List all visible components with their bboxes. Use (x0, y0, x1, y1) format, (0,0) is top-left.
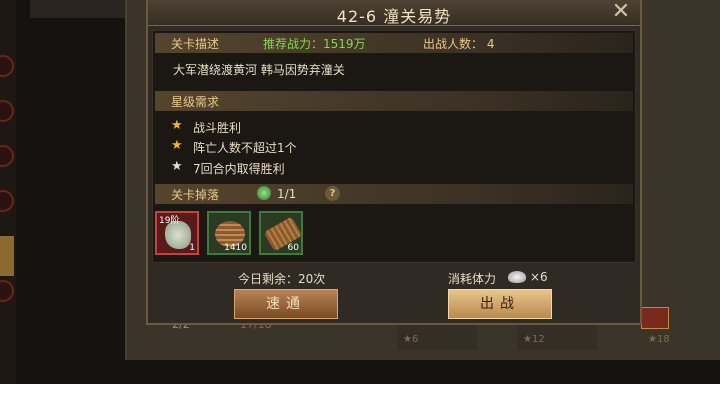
description-header: 关卡描述 (155, 33, 633, 53)
white-star-icon: ★ (171, 159, 183, 174)
dialog-title: 42-6 潼关易势 (336, 7, 452, 26)
item-quantity: 1 (189, 243, 195, 253)
gold-star-icon: ★ (171, 118, 183, 133)
stamina-icon (508, 271, 526, 283)
side-tab[interactable] (0, 236, 14, 276)
node-ring-icon[interactable] (0, 100, 14, 122)
bg-star-count: ★18 (648, 334, 670, 345)
treasure-chest-icon[interactable] (641, 307, 669, 329)
deploy-count: 出战人数： 4 (423, 37, 495, 51)
star-requirement: 7回合内取得胜利 (193, 162, 285, 176)
left-side-bar (0, 0, 16, 384)
drop-item[interactable]: 1410 (207, 211, 251, 255)
help-icon[interactable]: ? (325, 186, 340, 201)
close-icon[interactable]: ✕ (608, 1, 634, 25)
bg-star-count: ★12 (523, 334, 545, 345)
stamina-cost: ×6 (530, 270, 548, 284)
item-quantity: 60 (287, 243, 299, 253)
stage-description: 大军潜绕渡黄河 韩马因势弃潼关 (173, 63, 345, 77)
node-ring-icon[interactable] (0, 190, 14, 212)
jade-token-icon (257, 186, 271, 200)
item-tag: 19阶 (159, 216, 180, 226)
remaining-attempts: 今日剩余：20次 (238, 272, 326, 286)
dialog-content: 关卡描述 推荐战力：1519万 出战人数： 4 大军潜绕渡黄河 韩马因势弃潼关 … (152, 30, 636, 263)
stamina-label: 消耗体力 (448, 272, 497, 286)
drop-item[interactable]: 60 (259, 211, 303, 255)
drop-progress: 1/1 (277, 187, 297, 201)
item-quantity: 1410 (224, 243, 247, 253)
star-requirements-header: 星级需求 (155, 91, 633, 111)
bg-star-count: ★6 (403, 334, 419, 345)
dialog-titlebar: 42-6 潼关易势 ✕ (148, 0, 640, 26)
node-ring-icon[interactable] (0, 55, 14, 77)
sweep-button[interactable]: 速通 (234, 289, 338, 319)
drop-item[interactable]: 19阶 1 (155, 211, 199, 255)
recommended-power: 推荐战力：1519万 (263, 37, 366, 51)
node-ring-icon[interactable] (0, 280, 14, 302)
battle-button[interactable]: 出战 (448, 289, 552, 319)
node-ring-icon[interactable] (0, 145, 14, 167)
star-requirement: 战斗胜利 (193, 121, 242, 135)
drops-header: 关卡掉落 (155, 184, 633, 204)
game-screen: 2/2 17/18 ★6 ★12 ★18 42-6 潼关易势 ✕ 关卡描述 推荐… (0, 0, 720, 384)
gold-star-icon: ★ (171, 138, 183, 153)
star-requirement: 阵亡人数不超过1个 (193, 141, 297, 155)
dialog-footer: 今日剩余：20次 消耗体力 ×6 速通 出战 (148, 264, 640, 324)
stage-info-dialog: 42-6 潼关易势 ✕ 关卡描述 推荐战力：1519万 出战人数： 4 大军潜绕… (146, 0, 642, 325)
